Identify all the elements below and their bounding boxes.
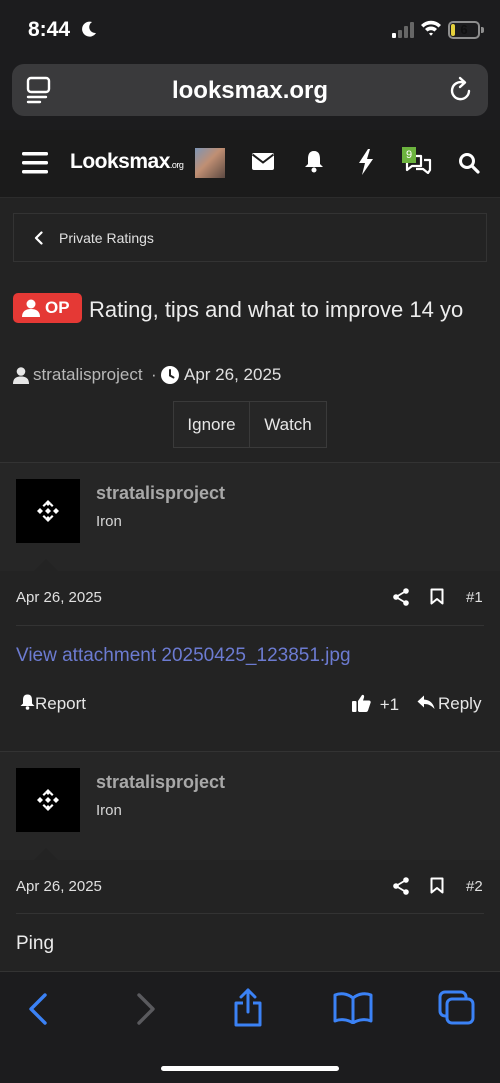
tabs-icon[interactable] (438, 990, 476, 1026)
battery-nub (481, 27, 484, 33)
thread-actions: Ignore Watch (173, 401, 327, 448)
post-user-block: stratalisproject Iron (0, 463, 500, 571)
thread-title: Rating, tips and what to improve 14 yo (89, 297, 464, 322)
battery-icon: 6 (448, 21, 480, 39)
diamond-logo-icon (37, 789, 59, 811)
thumbs-up-icon (352, 694, 371, 712)
share-icon[interactable] (393, 877, 409, 895)
browser-chrome: looksmax.org (0, 60, 500, 130)
attachment-link[interactable]: View attachment 20250425_123851.jpg (16, 645, 351, 667)
op-badge: OP (13, 293, 82, 323)
user-avatar[interactable] (16, 768, 80, 832)
post-pointer (34, 848, 58, 860)
avatar[interactable] (195, 148, 225, 178)
signal-icon (392, 22, 414, 38)
url-text[interactable]: looksmax.org (12, 77, 488, 105)
site-nav: Looksmax.org (0, 130, 500, 198)
chevron-left-icon (34, 231, 43, 245)
status-bar: 8:44 6 (0, 0, 500, 60)
watch-button[interactable]: Watch (250, 402, 326, 447)
battery-level: 6 (460, 22, 468, 37)
diamond-logo-icon (37, 500, 59, 522)
post-username[interactable]: stratalisproject (96, 483, 225, 504)
ignore-button[interactable]: Ignore (174, 402, 250, 447)
reply-button[interactable]: Reply (417, 694, 481, 714)
divider (16, 625, 484, 626)
clock-icon (161, 366, 179, 384)
thread-author[interactable]: stratalisproject (33, 365, 143, 385)
bell-icon[interactable] (304, 150, 324, 173)
address-bar[interactable]: looksmax.org (12, 64, 488, 116)
user-icon (22, 299, 40, 317)
post-date[interactable]: Apr 26, 2025 (16, 589, 102, 606)
alert-badge: 9 (402, 147, 416, 163)
post-date[interactable]: Apr 26, 2025 (16, 878, 102, 895)
wifi-icon (421, 20, 441, 36)
back-icon[interactable] (26, 992, 50, 1026)
bookmark-icon[interactable] (430, 877, 444, 894)
user-icon (13, 367, 29, 384)
menu-icon[interactable] (22, 152, 48, 174)
share-icon[interactable] (393, 588, 409, 606)
reaction-button[interactable]: +1 (352, 694, 399, 715)
post-number[interactable]: #2 (466, 878, 483, 895)
mail-icon[interactable] (252, 153, 274, 170)
op-badge-label: OP (45, 298, 70, 317)
status-time: 8:44 (28, 18, 71, 41)
post-rank: Iron (96, 513, 122, 530)
site-logo[interactable]: Looksmax.org (70, 150, 184, 174)
meta-separator: · (151, 365, 157, 384)
logo-suffix: .org (169, 160, 184, 170)
post-username[interactable]: stratalisproject (96, 772, 225, 793)
report-button[interactable]: Report (20, 694, 86, 714)
divider (16, 913, 484, 914)
search-icon[interactable] (458, 152, 480, 174)
reaction-count: +1 (379, 695, 400, 714)
user-avatar[interactable] (16, 479, 80, 543)
bookmarks-icon[interactable] (333, 992, 373, 1024)
bolt-icon[interactable] (358, 149, 374, 175)
breadcrumb-label[interactable]: Private Ratings (59, 230, 154, 246)
reload-icon[interactable] (448, 76, 474, 104)
breadcrumb[interactable]: Private Ratings (13, 213, 487, 262)
reply-icon (417, 695, 435, 709)
post-body: Ping (16, 933, 55, 954)
post-rank: Iron (96, 802, 122, 819)
post-user-block: stratalisproject Iron (0, 752, 500, 860)
forward-icon[interactable] (134, 992, 158, 1026)
share-icon[interactable] (232, 988, 264, 1028)
post-number[interactable]: #1 (466, 589, 483, 606)
post-pointer (34, 559, 58, 571)
logo-text: Looksmax (70, 150, 170, 173)
thread-date[interactable]: Apr 26, 2025 (184, 365, 281, 385)
moon-icon (82, 21, 96, 37)
home-indicator (161, 1066, 339, 1071)
report-label: Report (35, 694, 87, 713)
bell-icon (20, 694, 35, 710)
bookmark-icon[interactable] (430, 588, 444, 605)
reply-label: Reply (438, 694, 482, 713)
